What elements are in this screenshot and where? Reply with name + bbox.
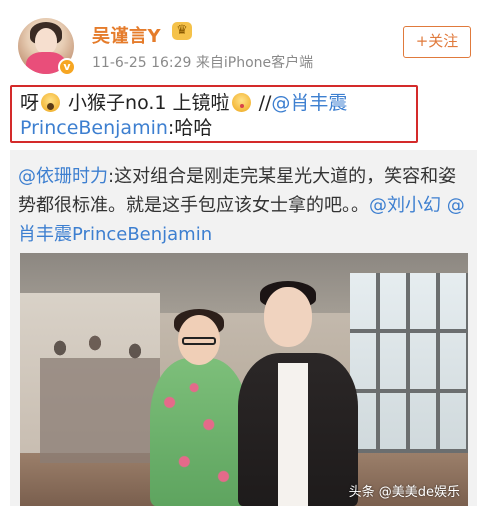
woman-figure bbox=[150, 358, 248, 506]
weibo-post: v 吴谨言Y ♛ 11-6-25 16:29 来自iPhone客户端 +关注 呀… bbox=[0, 0, 487, 506]
post-text: 呀 小猴子no.1 上镜啦 //@肖丰震PrinceBenjamin:哈哈 bbox=[10, 85, 418, 143]
kiss-emoji-icon bbox=[231, 93, 251, 112]
repost-box: @依珊时力:这对组合是刚走完某星光大道的，笑容和姿势都很标准。就是这手包应该女士… bbox=[10, 150, 477, 506]
post-main-text: 小猴子no.1 上镜啦 bbox=[62, 92, 230, 114]
watermark: 头条 @美美de娱乐 bbox=[348, 485, 460, 500]
post-prefix: 呀 bbox=[20, 92, 40, 114]
crown-icon: ♛ bbox=[172, 22, 192, 40]
repost-text: @依珊时力:这对组合是刚走完某星光大道的，笑容和姿势都很标准。就是这手包应该女士… bbox=[18, 162, 468, 249]
username[interactable]: 吴谨言Y bbox=[92, 22, 161, 48]
scream-emoji-icon bbox=[41, 93, 61, 112]
post-suffix: :哈哈 bbox=[167, 117, 213, 139]
repost-author-link[interactable]: @依珊时力 bbox=[18, 166, 108, 187]
verified-icon: v bbox=[58, 58, 76, 76]
post-meta: 11-6-25 16:29 来自iPhone客户端 bbox=[92, 55, 314, 71]
man-head bbox=[264, 287, 312, 347]
post-photo[interactable]: 头条 @美美de娱乐 bbox=[20, 253, 468, 506]
man-shirt bbox=[278, 363, 308, 506]
avatar-face bbox=[35, 28, 57, 54]
mention-link-1[interactable]: @刘小幻 bbox=[369, 195, 441, 216]
glasses-icon bbox=[182, 337, 216, 345]
photo-crowd bbox=[40, 333, 160, 463]
post-slashes: // bbox=[252, 92, 272, 114]
follow-button[interactable]: +关注 bbox=[403, 26, 471, 58]
